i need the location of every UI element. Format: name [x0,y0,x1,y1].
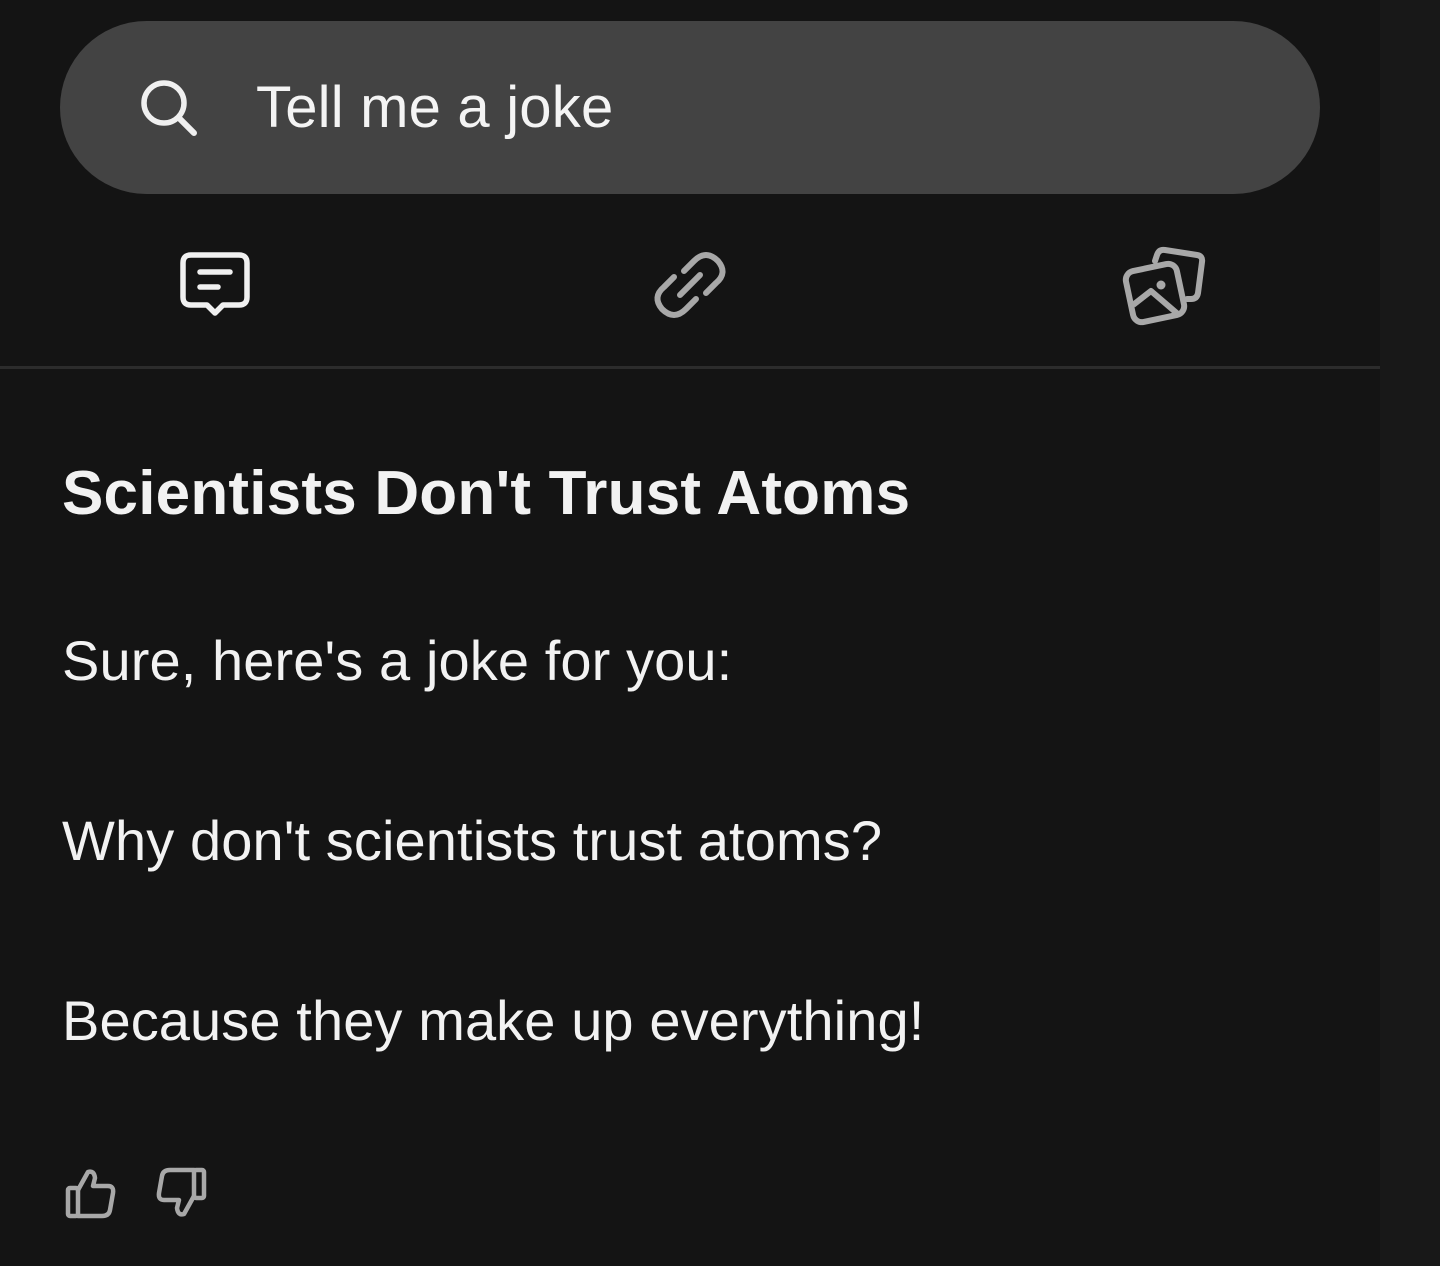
answer-paragraph: Because they make up everything! [62,989,925,1052]
like-button[interactable] [64,1166,118,1220]
search-bar[interactable]: Tell me a joke [60,21,1320,194]
thumbs-down-icon [154,1167,208,1224]
tabs-divider [0,366,1380,369]
chat-icon [177,247,253,323]
images-icon [1121,241,1209,329]
search-icon[interactable] [138,77,200,139]
tab-images[interactable] [1105,230,1225,340]
answer-paragraph: Why don't scientists trust atoms? [62,809,883,872]
result-tabs [0,230,1380,340]
link-icon [650,245,730,325]
tab-chat[interactable] [155,230,275,340]
search-query-text[interactable]: Tell me a joke [256,21,613,194]
right-edge-panel [1380,0,1440,1266]
tab-links[interactable] [630,230,750,340]
answer-title: Scientists Don't Trust Atoms [62,459,911,528]
thumbs-up-icon [64,1169,118,1224]
answer-paragraph: Sure, here's a joke for you: [62,629,733,692]
dislike-button[interactable] [154,1166,208,1220]
